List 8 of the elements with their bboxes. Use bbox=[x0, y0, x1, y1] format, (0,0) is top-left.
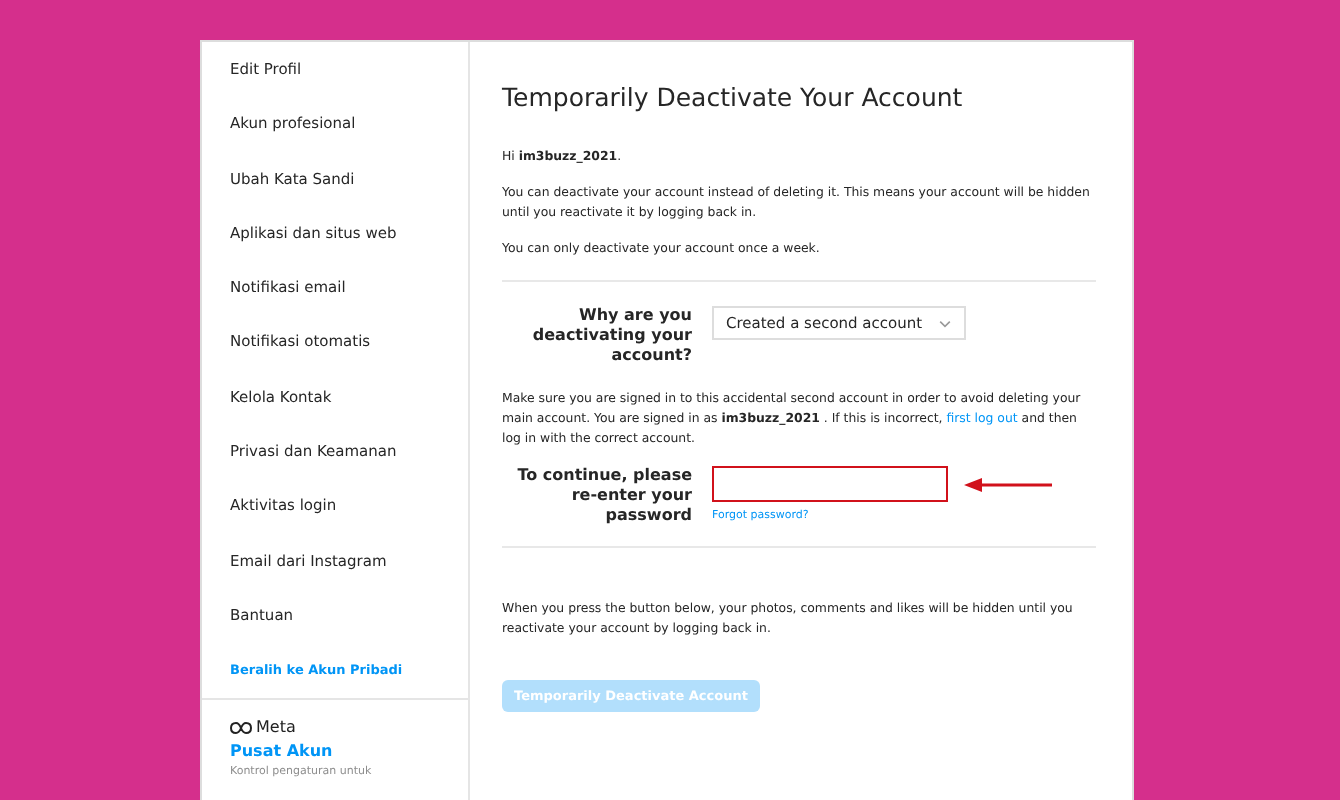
arrow-icon bbox=[964, 477, 1052, 491]
chevron-icon bbox=[938, 319, 953, 327]
password-field[interactable] bbox=[712, 466, 948, 502]
reason-label: Why are you deactivating your account? bbox=[530, 306, 692, 366]
password-label: To continue, please re-enter your password bbox=[515, 466, 692, 526]
infinity-icon bbox=[230, 721, 252, 734]
page-title: Temporarily Deactivate Your Account bbox=[502, 82, 965, 112]
brand-name: Meta bbox=[256, 718, 296, 737]
